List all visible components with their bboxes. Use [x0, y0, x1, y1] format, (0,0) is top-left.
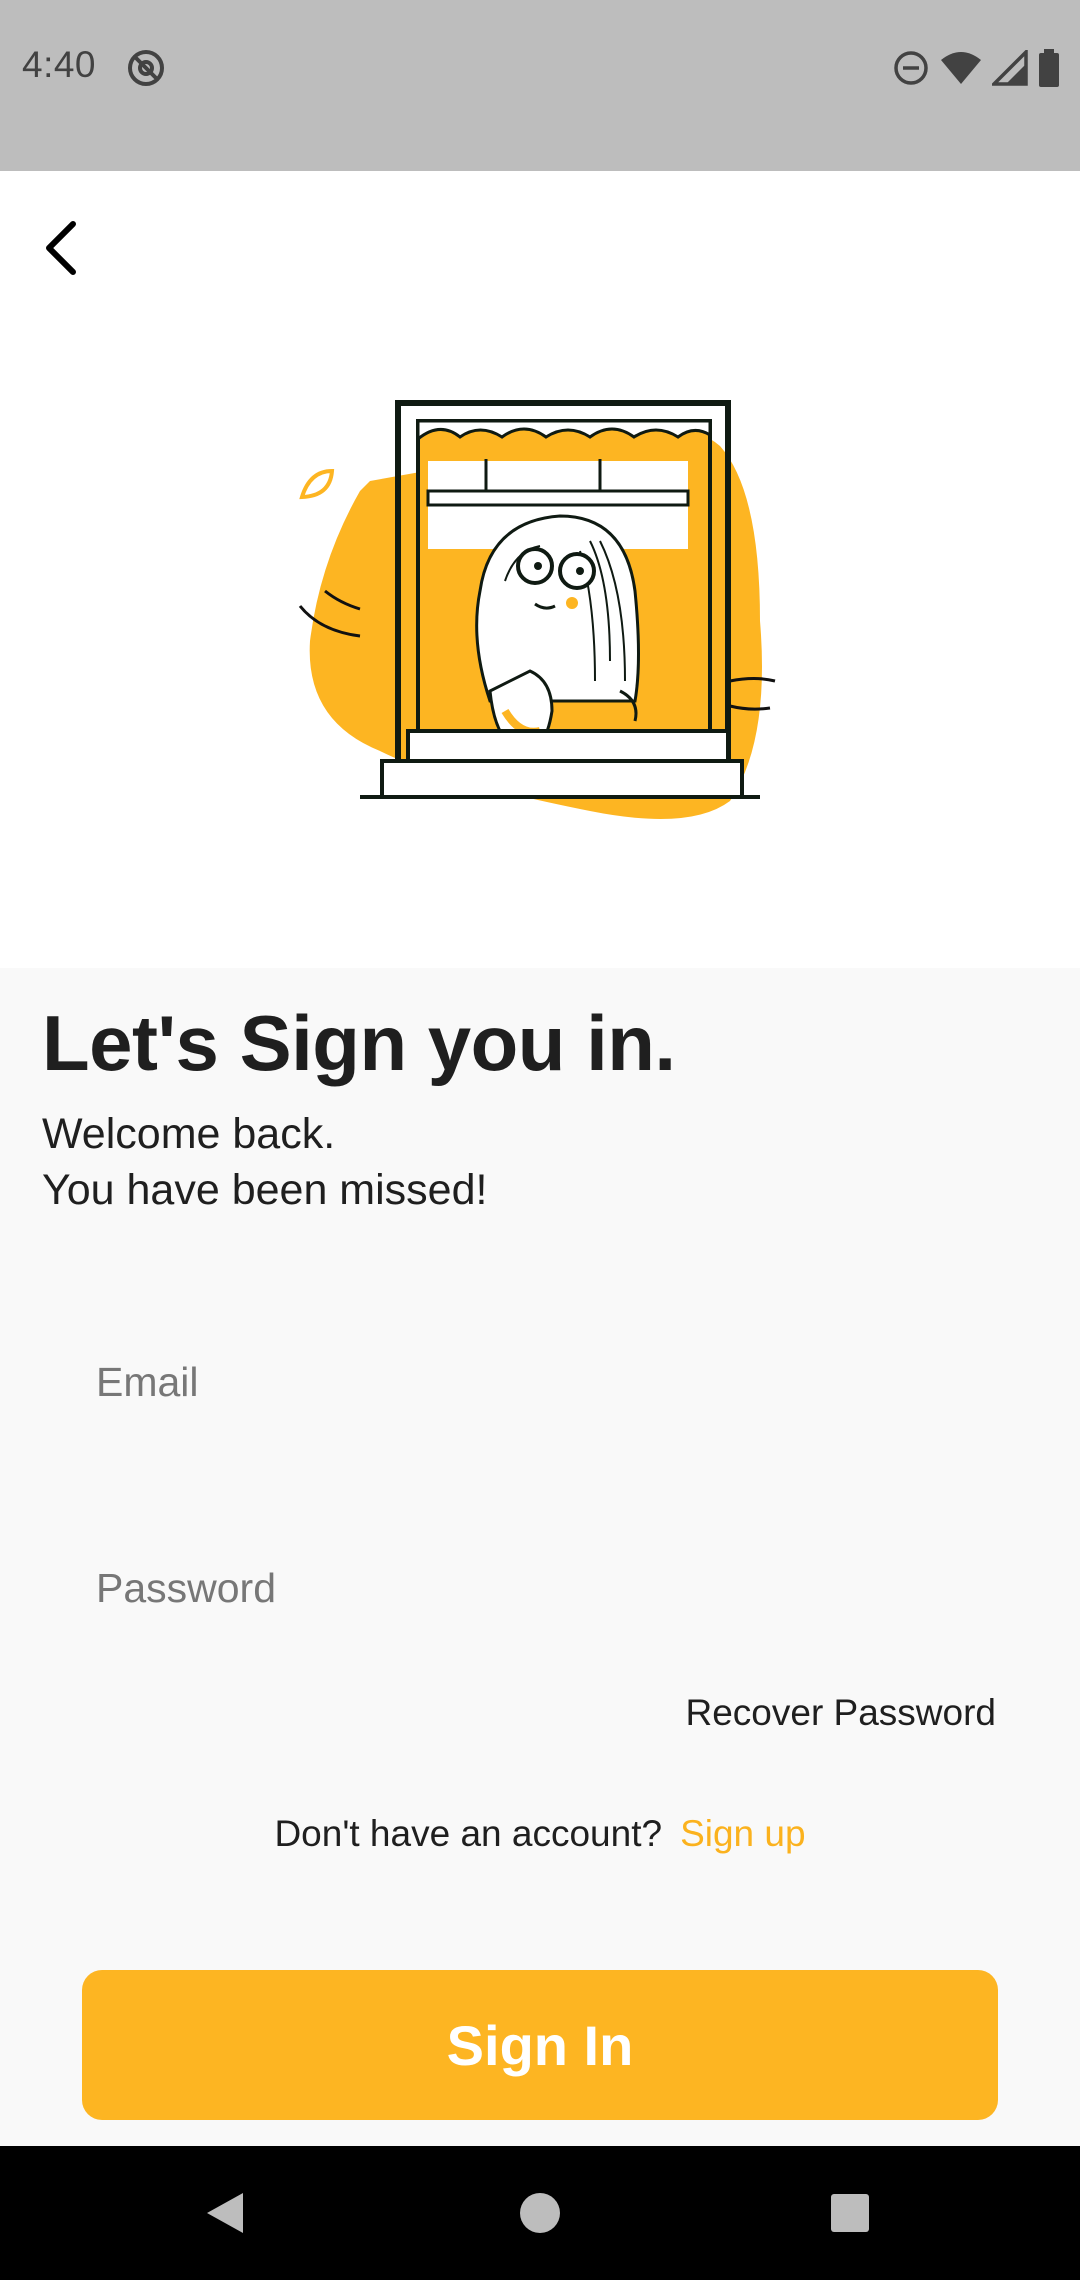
- status-time: 4:40: [22, 44, 97, 85]
- no-account-text: Don't have an account?: [274, 1813, 663, 1854]
- system-nav-bar: [0, 2146, 1080, 2280]
- back-button[interactable]: [26, 213, 96, 283]
- nav-back-button[interactable]: [190, 2178, 260, 2248]
- email-field-wrapper: [82, 1322, 998, 1442]
- signup-row: Don't have an account? Sign up: [0, 1813, 1080, 1855]
- cellular-signal-icon: [992, 50, 1028, 86]
- person-at-window-illustration: [298, 400, 776, 819]
- do-not-disturb-icon: [894, 51, 928, 85]
- email-field[interactable]: [82, 1322, 998, 1442]
- signin-button[interactable]: Sign In: [82, 1970, 998, 2120]
- nav-home-button[interactable]: [505, 2178, 575, 2248]
- welcome-text: Welcome back. You have been missed!: [42, 1106, 487, 1218]
- at-sign-notification-icon: [128, 50, 164, 86]
- password-field-wrapper: [82, 1528, 998, 1648]
- signup-link[interactable]: Sign up: [680, 1813, 806, 1854]
- signin-form: Let's Sign you in. Welcome back. You hav…: [0, 968, 1080, 2146]
- header-area: [0, 171, 1080, 968]
- square-recents-icon: [831, 2194, 869, 2232]
- password-field[interactable]: [82, 1528, 998, 1648]
- chevron-left-icon: [46, 221, 76, 275]
- status-icons: [892, 48, 1060, 88]
- battery-icon: [1039, 49, 1059, 87]
- wifi-icon: [941, 52, 981, 84]
- status-bar: 4:40: [0, 0, 1080, 171]
- nav-recent-apps-button[interactable]: [815, 2178, 885, 2248]
- circle-home-icon: [520, 2193, 560, 2233]
- triangle-back-icon: [207, 2193, 243, 2233]
- welcome-line-2: You have been missed!: [42, 1166, 488, 1214]
- welcome-line-1: Welcome back.: [42, 1110, 336, 1158]
- page-title: Let's Sign you in.: [42, 999, 676, 1087]
- recover-password-link[interactable]: Recover Password: [685, 1692, 996, 1734]
